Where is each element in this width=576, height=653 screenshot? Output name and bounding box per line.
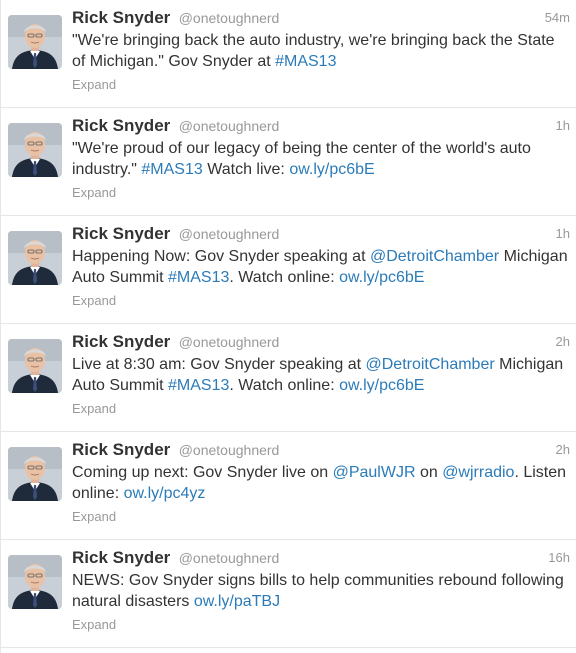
profile-photo [8,123,62,177]
author-handle[interactable]: @onetoughnerd [179,442,280,458]
author-handle[interactable]: @onetoughnerd [179,334,280,350]
tweet-content: Rick Snyder @onetoughnerd 1h "We're prou… [72,115,570,202]
tweet-item[interactable]: Rick Snyder @onetoughnerd 2h Live at 8:3… [1,324,576,432]
tweet-header: Rick Snyder @onetoughnerd 54m [72,7,570,29]
avatar[interactable] [8,339,62,393]
mention-link[interactable]: @wjrradio [442,464,514,481]
tweet-header: Rick Snyder @onetoughnerd 2h [72,439,570,461]
tweet-text: Happening Now: Gov Snyder speaking at @D… [72,246,570,288]
url-link[interactable]: ow.ly/pc4yz [124,485,206,502]
tweet-text: "We're proud of our legacy of being the … [72,138,570,180]
expand-link[interactable]: Expand [72,400,570,418]
tweet-text-segment: Watch live: [202,161,290,178]
tweet-text: Live at 8:30 am: Gov Snyder speaking at … [72,354,570,396]
author-handle[interactable]: @onetoughnerd [179,226,280,242]
timestamp[interactable]: 54m [545,7,570,29]
avatar[interactable] [8,15,62,69]
profile-photo [8,231,62,285]
tweet-timeline: Rick Snyder @onetoughnerd 54m "We're bri… [0,0,576,653]
hashtag-link[interactable]: #MAS13 [168,377,229,394]
mention-link[interactable]: @PaulWJR [333,464,416,481]
hashtag-link[interactable]: #MAS13 [141,161,202,178]
timestamp[interactable]: 1h [556,115,570,137]
tweet-text: NEWS: Gov Snyder signs bills to help com… [72,570,570,612]
mention-link[interactable]: @DetroitChamber [370,248,499,265]
tweet-header: Rick Snyder @onetoughnerd 16h [72,547,570,569]
author-handle[interactable]: @onetoughnerd [179,118,280,134]
tweet-text: Coming up next: Gov Snyder live on @Paul… [72,462,570,504]
tweet-text: "We're bringing back the auto industry, … [72,30,570,72]
expand-link[interactable]: Expand [72,292,570,310]
author-name[interactable]: Rick Snyder [72,116,170,135]
tweet-header: Rick Snyder @onetoughnerd 1h [72,223,570,245]
tweet-content: Rick Snyder @onetoughnerd 2h Live at 8:3… [72,331,570,418]
author-name[interactable]: Rick Snyder [72,8,170,27]
tweet-content: Rick Snyder @onetoughnerd 2h Coming up n… [72,439,570,526]
url-link[interactable]: ow.ly/pc6bE [289,161,374,178]
avatar[interactable] [8,447,62,501]
profile-photo [8,555,62,609]
hashtag-link[interactable]: #MAS13 [168,269,229,286]
tweet-text-segment: NEWS: Gov Snyder signs bills to help com… [72,572,564,610]
tweet-header: Rick Snyder @onetoughnerd 2h [72,331,570,353]
tweet-item[interactable]: Rick Snyder @onetoughnerd 2h Coming up n… [1,432,576,540]
author-handle[interactable]: @onetoughnerd [179,10,280,26]
tweet-content: Rick Snyder @onetoughnerd 1h Happening N… [72,223,570,310]
tweet-content: Rick Snyder @onetoughnerd 54m "We're bri… [72,7,570,94]
tweet-header: Rick Snyder @onetoughnerd 1h [72,115,570,137]
avatar[interactable] [8,555,62,609]
tweet-item[interactable]: Rick Snyder @onetoughnerd 1h "We're prou… [1,108,576,216]
timestamp[interactable]: 16h [548,547,570,569]
profile-photo [8,15,62,69]
profile-photo [8,447,62,501]
author-name[interactable]: Rick Snyder [72,332,170,351]
author-name[interactable]: Rick Snyder [72,440,170,459]
tweet-item[interactable]: Rick Snyder @onetoughnerd 16h NEWS: Gov … [1,540,576,648]
url-link[interactable]: ow.ly/paTBJ [194,593,280,610]
mention-link[interactable]: @DetroitChamber [366,356,495,373]
tweet-text-segment: Coming up next: Gov Snyder live on [72,464,333,481]
url-link[interactable]: ow.ly/pc6bE [339,269,424,286]
expand-link[interactable]: Expand [72,616,570,634]
tweet-text-segment: on [415,464,443,481]
tweet-text-segment: Happening Now: Gov Snyder speaking at [72,248,370,265]
tweet-text-segment: Live at 8:30 am: Gov Snyder speaking at [72,356,366,373]
tweet-text-segment: . Watch online: [229,377,340,394]
timestamp[interactable]: 2h [556,331,570,353]
expand-link[interactable]: Expand [72,76,570,94]
timestamp[interactable]: 2h [556,439,570,461]
hashtag-link[interactable]: #MAS13 [275,53,336,70]
author-name[interactable]: Rick Snyder [72,224,170,243]
author-name[interactable]: Rick Snyder [72,548,170,567]
expand-link[interactable]: Expand [72,508,570,526]
expand-link[interactable]: Expand [72,184,570,202]
tweet-content: Rick Snyder @onetoughnerd 16h NEWS: Gov … [72,547,570,634]
url-link[interactable]: ow.ly/pc6bE [339,377,424,394]
avatar[interactable] [8,123,62,177]
avatar[interactable] [8,231,62,285]
author-handle[interactable]: @onetoughnerd [179,550,280,566]
tweet-item[interactable]: Rick Snyder @onetoughnerd 1h Happening N… [1,216,576,324]
tweet-item[interactable]: Rick Snyder @onetoughnerd 54m "We're bri… [1,0,576,108]
tweet-text-segment: . Watch online: [229,269,340,286]
timestamp[interactable]: 1h [556,223,570,245]
profile-photo [8,339,62,393]
